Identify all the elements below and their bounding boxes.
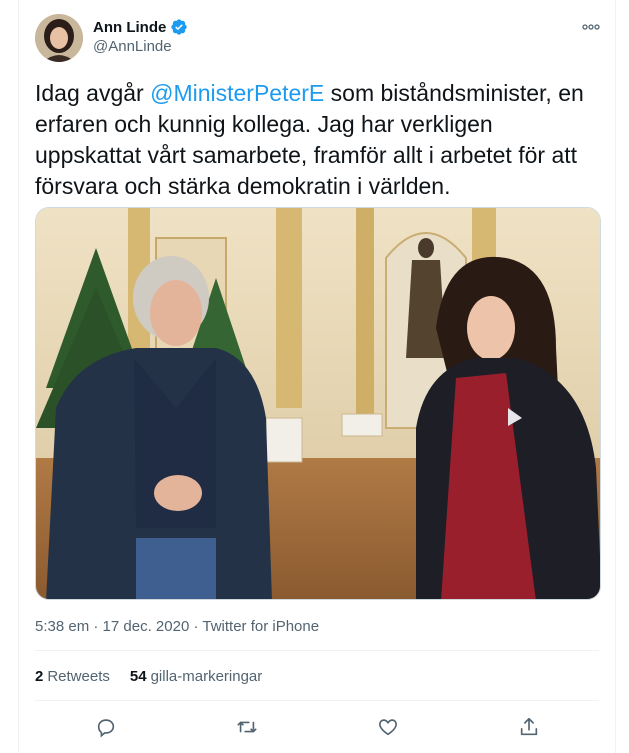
retweets-stat[interactable]: 2 Retweets: [35, 668, 110, 685]
verified-badge-icon: [171, 19, 188, 35]
reply-icon: [97, 719, 114, 738]
share-icon: [520, 717, 537, 736]
meta-separator: ·: [89, 618, 103, 635]
like-icon: [378, 719, 397, 736]
tweet-actions: [35, 712, 599, 742]
author-names: Ann Linde @AnnLinde: [93, 18, 188, 55]
likes-stat[interactable]: 54 gilla-markeringar: [130, 668, 262, 685]
tweet-text: Idag avgår @MinisterPeterE som biståndsm…: [35, 78, 601, 202]
tweet-card: Ann Linde @AnnLinde Idag avgår @Minister…: [18, 0, 616, 753]
reply-button[interactable]: [94, 715, 118, 739]
likes-count: 54: [129, 668, 147, 685]
divider: [35, 700, 599, 701]
likes-label: gilla-markeringar: [150, 668, 263, 685]
tweet-date[interactable]: 17 dec. 2020: [103, 618, 190, 635]
tweet-text-part: Idag avgår: [35, 80, 151, 106]
tweet-source[interactable]: Twitter for iPhone: [202, 618, 319, 635]
retweet-button[interactable]: [235, 715, 259, 739]
meta-separator: ·: [189, 618, 203, 635]
avatar[interactable]: [35, 14, 83, 62]
mention-link[interactable]: @MinisterPeterE: [150, 80, 324, 106]
retweets-count: 2: [35, 668, 44, 685]
retweets-label: Retweets: [47, 668, 110, 685]
tweet-meta: 5:38 em · 17 dec. 2020 · Twitter for iPh…: [35, 618, 319, 635]
share-button[interactable]: [517, 715, 541, 739]
tweet-time[interactable]: 5:38 em: [35, 618, 89, 635]
author-handle[interactable]: @AnnLinde: [93, 38, 188, 55]
divider: [35, 650, 599, 651]
more-options-icon[interactable]: [581, 20, 601, 34]
like-button[interactable]: [376, 715, 400, 739]
author-display-name[interactable]: Ann Linde: [93, 19, 166, 36]
retweet-icon: [236, 721, 257, 733]
tweet-header: Ann Linde @AnnLinde: [35, 14, 603, 64]
tweet-stats: 2 Retweets 54 gilla-markeringar: [35, 668, 262, 685]
tweet-photo[interactable]: [35, 207, 601, 600]
